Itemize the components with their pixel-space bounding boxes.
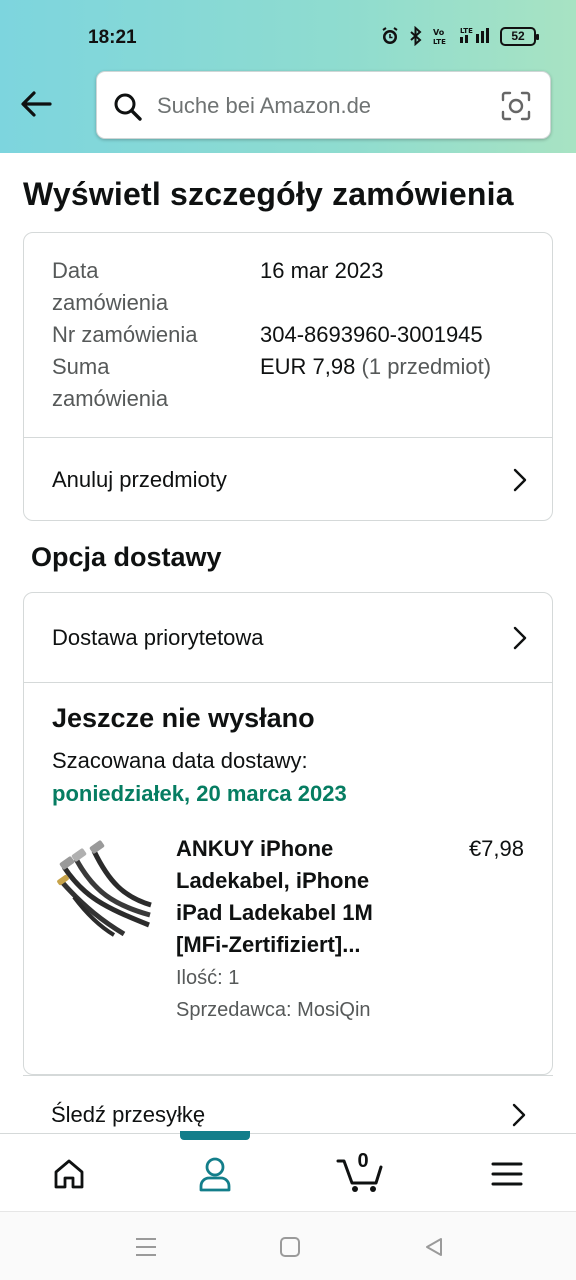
arrow-left-icon bbox=[21, 91, 52, 117]
status-time: 18:21 bbox=[88, 27, 137, 48]
delivery-option-link[interactable]: Dostawa priorytetowa bbox=[24, 593, 552, 682]
order-total-label-line2: zamówienia bbox=[52, 386, 169, 411]
status-bar: 18:21 Vo LTE LTE 52 bbox=[0, 0, 576, 72]
search-input[interactable] bbox=[157, 90, 487, 122]
delivery-section-title: Opcja dostawy bbox=[31, 542, 222, 572]
order-total-amount: EUR 7,98 bbox=[260, 354, 356, 379]
battery-icon: 52 bbox=[500, 26, 539, 46]
divider bbox=[24, 682, 552, 683]
home-icon bbox=[54, 1159, 84, 1189]
bluetooth-icon bbox=[410, 26, 422, 46]
nav-home[interactable] bbox=[45, 1154, 93, 1194]
chevron-right-icon bbox=[513, 626, 527, 649]
estimated-delivery-date: poniedziałek, 20 marca 2023 bbox=[52, 781, 347, 806]
system-navigation-bar bbox=[0, 1211, 576, 1280]
chevron-right-icon bbox=[512, 1103, 526, 1127]
order-summary-card: Data zamówienia 16 mar 2023 Nr zamówieni… bbox=[23, 232, 553, 521]
home-system-button[interactable] bbox=[277, 1234, 303, 1260]
svg-text:LTE: LTE bbox=[433, 38, 446, 46]
product-seller: Sprzedawca: MosiQin bbox=[176, 999, 371, 1021]
product-image[interactable] bbox=[54, 837, 154, 937]
order-total-items: (1 przedmiot) bbox=[361, 354, 492, 379]
recents-icon bbox=[136, 1238, 156, 1256]
bottom-navigation: 0 bbox=[0, 1133, 576, 1211]
back-button[interactable] bbox=[16, 84, 56, 124]
delivery-option-label: Dostawa priorytetowa bbox=[52, 624, 264, 650]
delivery-card: Dostawa priorytetowa Jeszcze nie wysłano… bbox=[23, 592, 553, 1075]
cancel-items-link[interactable]: Anuluj przedmioty bbox=[24, 438, 552, 521]
shipment-status: Jeszcze nie wysłano bbox=[52, 703, 315, 733]
signal-icon: LTE bbox=[460, 27, 489, 43]
product-price: €7,98 bbox=[468, 836, 524, 861]
recents-button[interactable] bbox=[133, 1234, 159, 1260]
order-date-value: 16 mar 2023 bbox=[260, 258, 384, 283]
triangle-back-icon bbox=[426, 1238, 442, 1256]
square-icon bbox=[280, 1237, 300, 1257]
search-bar[interactable] bbox=[96, 71, 551, 139]
svg-text:Vo: Vo bbox=[433, 28, 445, 37]
app-header: 18:21 Vo LTE LTE 52 bbox=[0, 0, 576, 153]
back-system-button[interactable] bbox=[421, 1234, 447, 1260]
alarm-icon bbox=[382, 27, 398, 44]
chevron-right-icon bbox=[513, 468, 527, 491]
status-icons: Vo LTE LTE 52 bbox=[380, 26, 539, 46]
page-title: Wyświetl szczegóły zamówienia bbox=[23, 176, 514, 212]
nav-cart[interactable]: 0 bbox=[335, 1150, 385, 1194]
battery-level: 52 bbox=[511, 29, 525, 43]
cancel-items-label: Anuluj przedmioty bbox=[52, 466, 227, 492]
volte-icon: VoLTE bbox=[433, 28, 446, 46]
product-quantity: Ilość: 1 bbox=[176, 967, 240, 989]
svg-text:LTE: LTE bbox=[460, 27, 473, 35]
estimated-delivery-label: Szacowana data dostawy: bbox=[52, 748, 308, 773]
track-package-label: Śledź przesyłkę bbox=[51, 1102, 206, 1127]
active-tab-indicator bbox=[180, 1131, 250, 1140]
order-number-value: 304-8693960-3001945 bbox=[260, 322, 483, 347]
nav-menu[interactable] bbox=[483, 1154, 531, 1194]
order-date-label-line2: zamówienia bbox=[52, 290, 169, 315]
order-total-label: Suma zamówienia bbox=[52, 351, 232, 415]
camera-search-icon[interactable] bbox=[500, 90, 532, 122]
product-title-link[interactable]: ANKUY iPhone Ladekabel, iPhone iPad Lade… bbox=[176, 833, 406, 961]
search-icon[interactable] bbox=[113, 92, 143, 122]
order-total-label-line1: Suma bbox=[52, 354, 110, 379]
cart-count: 0 bbox=[357, 1150, 369, 1172]
order-total-value: EUR 7,98 (1 przedmiot) bbox=[260, 351, 491, 383]
person-icon bbox=[199, 1157, 231, 1192]
order-date-label: Data zamówienia bbox=[52, 255, 232, 319]
nav-account[interactable] bbox=[191, 1154, 239, 1194]
order-number-label: Nr zamówienia bbox=[52, 322, 198, 347]
hamburger-menu-icon bbox=[491, 1162, 523, 1186]
order-date-label-line1: Data bbox=[52, 258, 99, 283]
